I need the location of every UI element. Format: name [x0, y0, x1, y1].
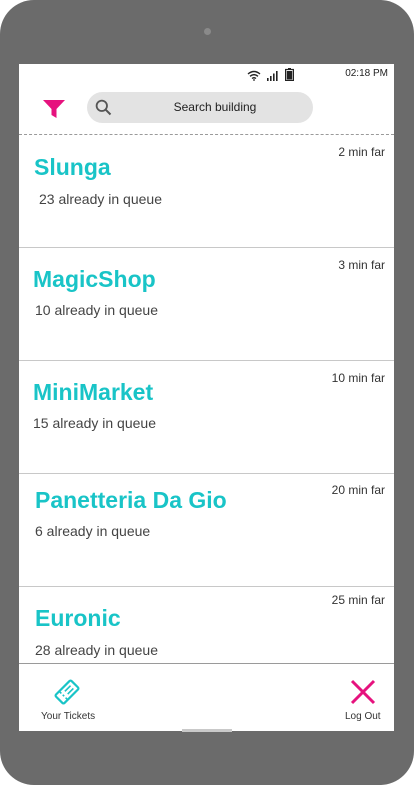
battery-icon — [285, 68, 294, 81]
distance-label: 20 min far — [331, 483, 385, 497]
building-name: MagicShop — [33, 266, 156, 292]
building-list: Slunga 23 already in queue 2 min far Mag… — [19, 135, 394, 663]
camera-dot — [204, 28, 211, 35]
filter-button[interactable] — [41, 96, 67, 122]
logout-label: Log Out — [345, 711, 381, 722]
app-screen: 02:18 PM Search building Slunga 23 alrea… — [19, 64, 394, 731]
your-tickets-label: Your Tickets — [41, 711, 96, 722]
building-name: Euronic — [35, 605, 121, 631]
logout-button[interactable]: Log Out — [335, 674, 391, 726]
distance-label: 2 min far — [338, 145, 385, 159]
building-item[interactable]: Panetteria Da Gio 6 already in queue 20 … — [19, 474, 394, 587]
status-time: 02:18 PM — [345, 68, 388, 79]
queue-count: 28 already in queue — [35, 642, 158, 658]
signal-icon — [267, 71, 278, 81]
building-item[interactable]: MagicShop 10 already in queue 3 min far — [19, 248, 394, 361]
distance-label: 3 min far — [338, 258, 385, 272]
distance-label: 10 min far — [331, 371, 385, 385]
close-icon — [350, 679, 376, 705]
filter-icon — [43, 100, 65, 118]
your-tickets-button[interactable]: Your Tickets — [33, 674, 103, 726]
queue-count: 23 already in queue — [39, 191, 162, 207]
building-name: Slunga — [34, 154, 111, 180]
status-icons — [247, 68, 294, 81]
bottom-nav: Your Tickets Log Out — [19, 663, 394, 731]
building-item[interactable]: Slunga 23 already in queue 2 min far — [19, 135, 394, 248]
top-bar: Search building — [19, 84, 394, 135]
distance-label: 25 min far — [331, 593, 385, 607]
search-input[interactable]: Search building — [127, 100, 303, 114]
queue-count: 10 already in queue — [35, 302, 158, 318]
wifi-icon — [247, 70, 261, 81]
home-indicator — [182, 729, 232, 732]
search-bar[interactable]: Search building — [87, 92, 313, 123]
status-bar: 02:18 PM — [19, 64, 394, 84]
building-name: Panetteria Da Gio — [35, 487, 227, 513]
ticket-icon — [54, 679, 80, 705]
building-item[interactable]: MiniMarket 15 already in queue 10 min fa… — [19, 361, 394, 474]
search-icon — [95, 99, 112, 116]
building-item[interactable]: Euronic 28 already in queue 25 min far — [19, 587, 394, 663]
building-name: MiniMarket — [33, 379, 154, 405]
queue-count: 6 already in queue — [35, 523, 151, 539]
queue-count: 15 already in queue — [33, 415, 156, 431]
